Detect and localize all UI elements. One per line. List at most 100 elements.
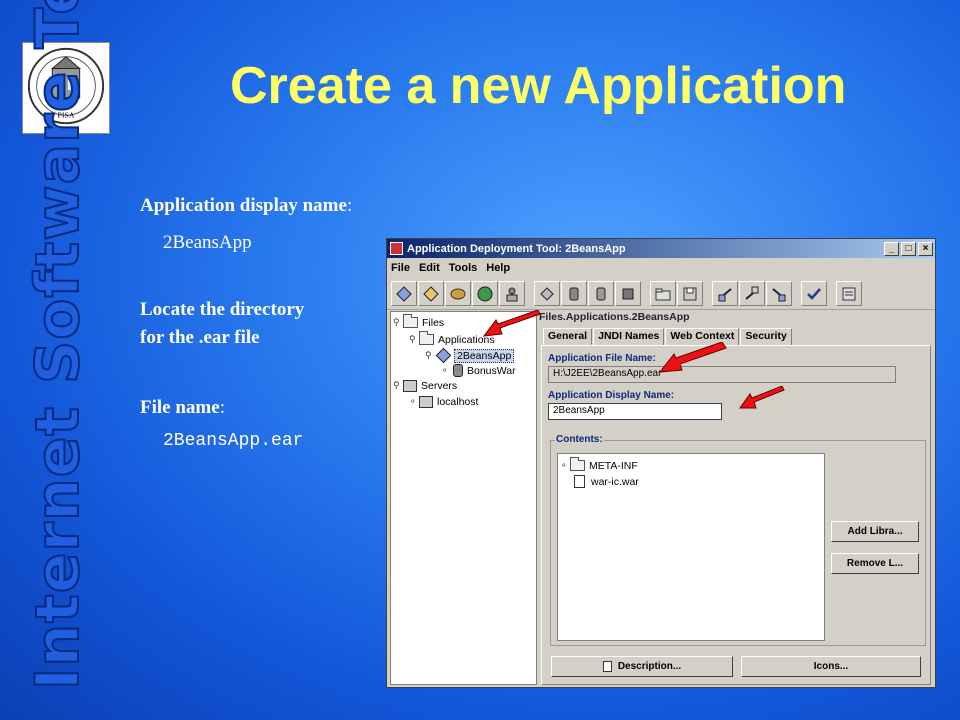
icons-button[interactable]: Icons... — [741, 656, 921, 677]
inspector-pane: Files.Applications.2BeansApp General JND… — [539, 311, 933, 685]
window-titlebar[interactable]: Application Deployment Tool: 2BeansApp _… — [387, 239, 935, 258]
undeploy-button[interactable] — [766, 281, 792, 306]
expand-handle-icon[interactable]: ⚲ — [409, 334, 419, 345]
update-icon — [745, 286, 759, 300]
config-icon — [842, 287, 856, 300]
open-folder-icon — [655, 288, 671, 300]
maximize-button[interactable]: □ — [901, 241, 916, 256]
war-file-icon — [453, 364, 463, 377]
servers-icon — [403, 379, 417, 392]
menu-help[interactable]: Help — [486, 262, 510, 274]
client-jar-icon — [622, 288, 634, 299]
add-war-button[interactable] — [588, 281, 614, 306]
new-bean-button[interactable] — [445, 281, 471, 306]
file-icon — [574, 475, 585, 488]
menubar: File Edit Tools Help — [387, 258, 935, 278]
contents-label: Contents: — [555, 434, 604, 445]
tree-node-localhost[interactable]: ⚬ localhost — [409, 394, 478, 409]
contents-list[interactable]: ⚬ META-INF war-ic.war — [557, 453, 825, 641]
floppy-icon — [683, 287, 697, 300]
window-title: Application Deployment Tool: 2BeansApp — [407, 242, 626, 255]
remove-library-button[interactable]: Remove L... — [831, 553, 919, 574]
globe-icon — [477, 286, 493, 301]
checkmark-icon — [807, 287, 821, 300]
red-arrow-icon — [658, 342, 727, 373]
app-file-name-label: Application File Name: — [548, 353, 656, 364]
deployment-tool-window: Application Deployment Tool: 2BeansApp _… — [386, 238, 936, 688]
new-ejb-button[interactable] — [418, 281, 444, 306]
contents-group: Contents: ⚬ META-INF war-ic.war Add Libra… — [550, 434, 926, 646]
slide-title: Create a new Application — [230, 57, 847, 115]
server-config-button[interactable] — [836, 281, 862, 306]
bullet-display-name-label: Application display name — [140, 195, 347, 216]
red-arrow-icon — [482, 310, 541, 337]
menu-tools[interactable]: Tools — [449, 262, 478, 274]
bullet-display-name-sep: : — [346, 195, 353, 216]
expand-handle-icon[interactable]: ⚲ — [393, 380, 403, 391]
selected-path: Files.Applications.2BeansApp — [539, 311, 690, 323]
tree-node-servers[interactable]: ⚲ Servers — [393, 378, 457, 393]
bullet-locate-line1: Locate the directory — [140, 299, 305, 320]
folder-icon — [403, 314, 418, 328]
bullet-display-name: Application display name: — [140, 195, 352, 217]
add-client-jar-button[interactable] — [615, 281, 641, 306]
bullet-display-name-value: 2BeansApp — [163, 232, 252, 253]
save-button[interactable] — [677, 281, 703, 306]
collapse-handle-icon[interactable]: ⚬ — [409, 396, 419, 407]
diamond-new-icon — [396, 285, 412, 302]
computer-icon — [419, 395, 433, 408]
bullet-file-name-value: 2BeansApp.ear — [163, 431, 304, 451]
tree-node-files[interactable]: ⚲ Files — [393, 314, 444, 330]
war-icon — [596, 287, 606, 300]
menu-edit[interactable]: Edit — [419, 262, 440, 274]
add-library-button[interactable]: Add Libra... — [831, 521, 919, 542]
minimize-button[interactable]: _ — [884, 241, 899, 256]
tree-node-bonuswar[interactable]: ⚬ BonusWar — [441, 363, 516, 378]
list-item-meta-inf[interactable]: ⚬ META-INF — [560, 457, 638, 473]
tab-security[interactable]: Security — [740, 328, 792, 345]
app-icon — [390, 242, 403, 255]
bean-icon — [450, 288, 466, 299]
collapse-handle-icon[interactable]: ⚬ — [560, 460, 570, 471]
application-icon — [435, 347, 452, 364]
description-icon — [602, 661, 612, 672]
tab-general[interactable]: General — [543, 328, 593, 345]
folder-icon — [419, 331, 434, 345]
folder-icon — [570, 457, 585, 471]
files-tree: ⚲ Files ⚲ Applications ⚲ 2BeansApp ⚬ BonusWa… — [390, 311, 537, 685]
deploy-icon — [718, 287, 732, 301]
list-item-war[interactable]: war-ic.war — [570, 474, 639, 489]
new-web-component-button[interactable] — [472, 281, 498, 306]
app-display-name-input[interactable]: 2BeansApp — [548, 403, 722, 420]
verify-button[interactable] — [801, 281, 827, 306]
add-jar-button[interactable] — [561, 281, 587, 306]
toolbar — [387, 278, 935, 310]
jar-icon — [569, 287, 579, 300]
vertical-course-title: Internet Software Technologies — [22, 0, 94, 691]
new-application-button[interactable] — [391, 281, 417, 306]
tab-jndi-names[interactable]: JNDI Names — [593, 328, 665, 345]
general-panel: Application File Name: H:\J2EE\2BeansApp… — [541, 345, 931, 685]
undeploy-icon — [772, 287, 786, 301]
bullet-file-name: File name: — [140, 397, 225, 419]
client-icon — [506, 287, 518, 301]
close-button[interactable]: × — [918, 241, 933, 256]
red-arrow-icon — [739, 386, 785, 409]
open-button[interactable] — [650, 281, 676, 306]
update-button[interactable] — [739, 281, 765, 306]
tree-node-2beansapp[interactable]: ⚲ 2BeansApp — [425, 347, 515, 364]
bullet-file-name-label: File name — [140, 397, 220, 418]
app-display-name-label: Application Display Name: — [548, 390, 675, 401]
add-diamond-icon — [540, 286, 554, 301]
diamond-bean-icon — [423, 285, 439, 302]
menu-file[interactable]: File — [391, 262, 410, 274]
expand-handle-icon[interactable]: ⚲ — [393, 317, 403, 328]
new-client-button[interactable] — [499, 281, 525, 306]
collapse-handle-icon[interactable]: ⚬ — [441, 365, 451, 376]
description-button[interactable]: Description... — [551, 656, 733, 677]
bullet-file-name-sep: : — [219, 397, 225, 418]
expand-handle-icon[interactable]: ⚲ — [425, 350, 435, 361]
bullet-locate-line2: for the .ear file — [140, 327, 260, 348]
deploy-button[interactable] — [712, 281, 738, 306]
add-ejb-button[interactable] — [534, 281, 560, 306]
